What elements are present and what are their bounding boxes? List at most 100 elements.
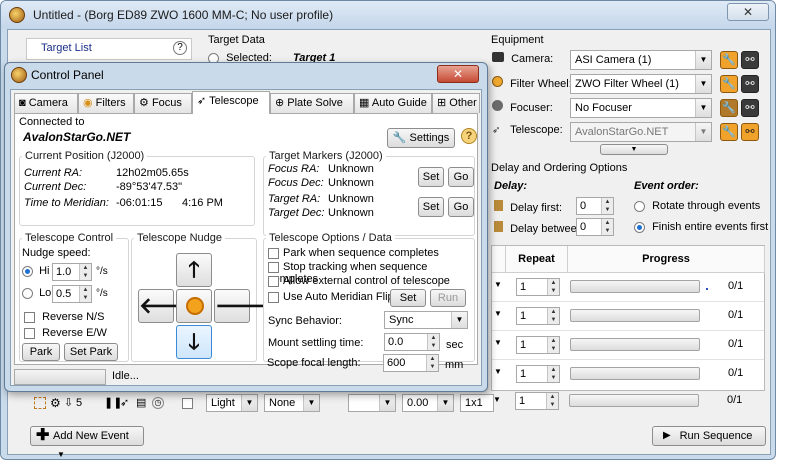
expand-equipment-button[interactable]: ▼ <box>600 144 668 155</box>
filter-wheel-select[interactable]: ZWO Filter Wheel (1) ▼ <box>570 74 712 94</box>
delay-label: Delay: <box>494 180 528 192</box>
park-when-done-checkbox[interactable] <box>268 247 279 259</box>
spinner-arrows-icon[interactable]: ▲ ▼ <box>427 334 439 350</box>
event-enable-checkbox[interactable] <box>182 398 193 409</box>
stop-tracking-checkbox[interactable] <box>268 261 279 273</box>
spinner-arrows-icon[interactable]: ▲ ▼ <box>547 308 559 324</box>
tab-filters[interactable]: ◉ Filters <box>78 93 134 113</box>
tab-telescope[interactable]: ➶ Telescope <box>192 91 270 114</box>
auto-flip-option[interactable]: Use Auto Meridian Flip <box>268 291 394 303</box>
flip-set-button[interactable]: Set <box>390 289 426 307</box>
table-row[interactable]: ▼ 1 ▲ ▼ 0/1 <box>492 331 764 360</box>
camera-connect-button[interactable]: ⚯ <box>741 51 759 69</box>
table-row[interactable]: ▼ 1 ▲ ▼ 0/1 <box>492 302 764 331</box>
allow-external-checkbox[interactable] <box>268 275 279 287</box>
event-exposure-select[interactable]: 0.00 ▼ <box>402 394 454 412</box>
park-when-done-option[interactable]: Park when sequence completes <box>268 247 439 259</box>
finish-option[interactable]: Finish entire events first <box>634 221 768 233</box>
hi-speed-option[interactable]: Hi <box>22 265 49 277</box>
sync-behavior-select[interactable]: Sync ▼ <box>384 311 468 329</box>
tab-camera[interactable]: ◙ Camera <box>14 93 78 113</box>
spinner-arrows-icon[interactable]: ▲ ▼ <box>546 393 558 409</box>
nudge-up-button[interactable]: 🡑 <box>176 253 212 287</box>
table-row[interactable]: ▼ 1 ▲ ▼ 0/1 <box>492 273 764 302</box>
focus-go-button[interactable]: Go <box>448 167 474 187</box>
camera-settings-button[interactable]: 🔧 <box>720 51 738 69</box>
chevron-down-icon: ▼ <box>303 395 319 411</box>
flip-run-button[interactable]: Run <box>430 289 466 307</box>
nudge-down-button[interactable]: 🡓 <box>176 325 212 359</box>
filter-wheel-settings-button[interactable]: 🔧 <box>720 75 738 93</box>
repeat-input[interactable]: 1 ▲ ▼ <box>516 365 560 383</box>
spinner-arrows-icon[interactable]: ▲ ▼ <box>547 366 559 382</box>
event-extra-select[interactable]: ▼ <box>348 394 396 412</box>
delay-first-input[interactable]: 0 ▲ ▼ <box>576 197 614 215</box>
settling-input[interactable]: 0.0 ▲ ▼ <box>384 333 440 351</box>
event-filter-select[interactable]: Light ▼ <box>206 394 258 412</box>
add-event-button[interactable]: ✚ Add New Event ▼ <box>30 426 144 459</box>
close-button[interactable]: ✕ <box>727 3 769 21</box>
spinner-arrows-icon[interactable]: ▲ ▼ <box>79 264 91 280</box>
target-go-button[interactable]: Go <box>448 197 474 217</box>
hi-radio[interactable] <box>22 265 33 277</box>
spinner-arrows-icon[interactable]: ▲ ▼ <box>547 279 559 295</box>
auto-flip-checkbox[interactable] <box>268 291 279 303</box>
park-button[interactable]: Park <box>22 343 60 361</box>
run-sequence-button[interactable]: ▶ Run Sequence <box>652 426 766 446</box>
camera-select[interactable]: ASI Camera (1) ▼ <box>570 50 712 70</box>
nudge-stop-button[interactable] <box>176 289 212 323</box>
lo-radio[interactable] <box>22 287 33 299</box>
allow-external-option[interactable]: Allow external control of telescope <box>268 275 450 287</box>
rotate-radio[interactable] <box>634 200 645 212</box>
arrow-down-icon: ⇩ <box>64 397 74 409</box>
spinner-arrows-icon[interactable]: ▲ ▼ <box>601 219 613 235</box>
repeat-input[interactable]: 1 ▲ ▼ <box>516 336 560 354</box>
lo-speed-input[interactable]: 0.5 ▲ ▼ <box>52 285 92 303</box>
event-row-5[interactable]: ⚙ ⇩ 5 ❚❚ ➶ ▤ ◷ Light ▼ None ▼ ▼ 0.00 ▼ 1x1 <box>30 394 494 416</box>
event-bin-select[interactable]: 1x1 <box>460 394 494 412</box>
reverse-ew-option[interactable]: Reverse E/W <box>24 327 107 339</box>
telescope-settings-button[interactable]: 🔧 <box>720 123 738 141</box>
lo-speed-option[interactable]: Lo <box>22 287 51 299</box>
reverse-ns-option[interactable]: Reverse N/S <box>24 311 104 323</box>
repeat-input[interactable]: 1 ▲ ▼ <box>515 392 559 410</box>
nudge-left-button[interactable]: 🡐 <box>138 289 198 323</box>
event-binning-select[interactable]: None ▼ <box>264 394 320 412</box>
repeat-input[interactable]: 1 ▲ ▼ <box>516 278 560 296</box>
delay-between-input[interactable]: 0 ▲ ▼ <box>576 218 614 236</box>
nudge-right-button[interactable]: 🡒 <box>214 289 274 323</box>
focuser-settings-button[interactable]: 🔧 <box>720 99 738 117</box>
tab-focus[interactable]: ⚙ Focus <box>134 93 192 113</box>
tab-auto-guide[interactable]: ▦ Auto Guide <box>354 93 432 113</box>
spinner-arrows-icon[interactable]: ▲ ▼ <box>601 198 613 214</box>
plug-icon: ⚯ <box>745 126 755 138</box>
help-icon[interactable]: ? <box>461 128 477 144</box>
reverse-ew-checkbox[interactable] <box>24 327 35 339</box>
filter-wheel-connect-button[interactable]: ⚯ <box>741 75 759 93</box>
spinner-arrows-icon[interactable]: ▲ ▼ <box>547 337 559 353</box>
reverse-ns-checkbox[interactable] <box>24 311 35 323</box>
tab-other[interactable]: ⊞ Other <box>432 93 480 113</box>
set-park-button[interactable]: Set Park <box>64 343 118 361</box>
rotate-option[interactable]: Rotate through events <box>634 200 760 212</box>
repeat-input[interactable]: 1 ▲ ▼ <box>516 307 560 325</box>
focuser-connect-button[interactable]: ⚯ <box>741 99 759 117</box>
finish-radio[interactable] <box>634 221 645 233</box>
tab-plate-solve[interactable]: ⊕ Plate Solve <box>270 93 354 113</box>
table-row[interactable]: ▼ 1 ▲ ▼ 0/1 <box>491 390 765 412</box>
focus-set-button[interactable]: Set <box>418 167 444 187</box>
target-list-header[interactable]: Target List ? <box>26 38 192 60</box>
spinner-arrows-icon[interactable]: ▲ ▼ <box>79 286 91 302</box>
target-set-button[interactable]: Set <box>418 197 444 217</box>
focuser-select[interactable]: No Focuser ▼ <box>570 98 712 118</box>
control-panel-close-button[interactable]: ✕ <box>437 65 479 83</box>
target-ra-value: Unknown <box>328 193 374 205</box>
auto-flip-label: Use Auto Meridian Flip <box>283 291 394 303</box>
hi-speed-input[interactable]: 1.0 ▲ ▼ <box>52 263 92 281</box>
telescope-connect-button[interactable]: ⚯ <box>741 123 759 141</box>
table-row[interactable]: ▼ 1 ▲ ▼ 0/1 <box>492 360 764 389</box>
telescope-select[interactable]: AvalonStarGo.NET ▼ <box>570 122 712 142</box>
help-icon[interactable]: ? <box>173 41 187 55</box>
delay-group-label: Delay and Ordering Options <box>491 162 628 174</box>
settings-button[interactable]: 🔧 Settings <box>387 128 455 148</box>
